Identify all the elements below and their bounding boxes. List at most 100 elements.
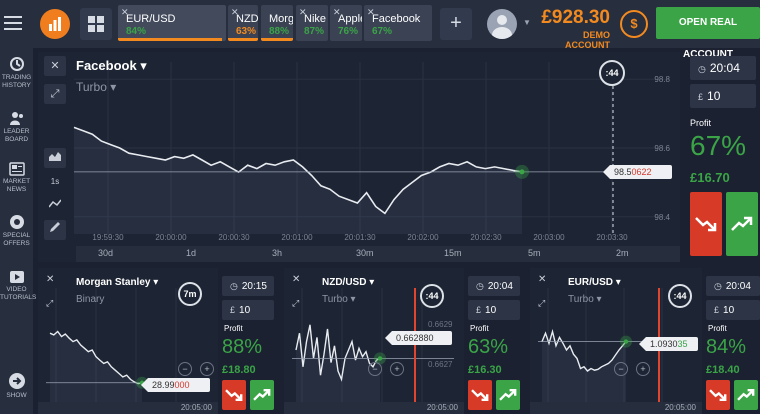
timeframe-3h[interactable]: 3h <box>272 248 282 258</box>
avatar[interactable] <box>487 9 517 39</box>
close-icon[interactable]: ✕ <box>46 274 54 285</box>
sidebar-label: TRADING <box>1 74 32 81</box>
chart-type-area-button[interactable] <box>44 148 66 168</box>
expand-chart-button[interactable]: ⤢ <box>44 84 66 104</box>
expiry-time-value: 20:04 <box>487 281 513 292</box>
sidebar-label: MARKET <box>2 178 31 185</box>
indicator-button[interactable] <box>44 196 66 216</box>
asset-tab-facebook[interactable]: ✕ Facebook 67% <box>364 5 432 41</box>
call-button[interactable] <box>250 380 274 410</box>
zoom-out-icon[interactable]: − <box>368 362 382 376</box>
timeframe-30d[interactable]: 30d <box>98 248 113 258</box>
expiry-line <box>414 288 416 402</box>
x-axis-tick: 20:00:30 <box>218 233 250 242</box>
close-icon[interactable]: ✕ <box>538 274 546 285</box>
timeframe-30m[interactable]: 30m <box>356 248 374 258</box>
asset-tab-morgan[interactable]: Morg 88% <box>261 5 293 41</box>
mini-x-tick: 20:05:00 <box>426 403 458 412</box>
zoom-in-icon[interactable]: + <box>390 362 404 376</box>
expand-icon[interactable]: ⤢ <box>46 298 53 309</box>
put-button[interactable] <box>706 380 730 410</box>
sidebar-item-leaderboard[interactable]: LEADER BOARD <box>0 110 33 144</box>
timeframe-15m[interactable]: 15m <box>444 248 462 258</box>
price-chart[interactable]: 19:59:30 20:00:00 20:00:30 20:01:00 20:01:30… <box>38 52 680 246</box>
close-chart-button[interactable]: ✕ <box>44 56 66 76</box>
asset-tab-apple[interactable]: ✕ Apple 76% <box>330 5 362 41</box>
mini-trade-panel-morgan: ◷ 20:15 £10 Profit 88% £18.80 <box>220 268 276 414</box>
tab-asset-name: Nike <box>304 13 327 25</box>
expiry-time-input[interactable]: ◷ 20:15 <box>222 276 274 296</box>
profit-label: Profit <box>690 118 712 128</box>
zoom-in-icon[interactable]: + <box>200 362 214 376</box>
mini-time-axis: 20:05:00 <box>284 402 464 414</box>
x-axis-tick: 20:00:00 <box>155 233 187 242</box>
expiry-time-input[interactable]: ◷ 20:04 <box>468 276 520 296</box>
expand-icon[interactable]: ⤢ <box>292 298 299 309</box>
amount-value: 10 <box>239 305 251 316</box>
timeframe-5m[interactable]: 5m <box>528 248 541 258</box>
timeframe-2m[interactable]: 2m <box>616 248 629 258</box>
clock-icon: ◷ <box>714 281 722 291</box>
chevron-down-icon[interactable]: ▼ <box>523 18 531 27</box>
asset-grid-button[interactable] <box>80 8 112 40</box>
call-button[interactable] <box>734 380 758 410</box>
option-type-selector[interactable]: Turbo ▾ <box>76 80 116 94</box>
close-icon[interactable]: ✕ <box>333 7 341 18</box>
currency-exchange-icon[interactable]: $ <box>620 10 648 38</box>
asset-tab-eurusd[interactable]: ✕ EUR/USD 84% <box>118 5 226 41</box>
investment-amount-input[interactable]: £10 <box>706 300 760 320</box>
sidebar-item-market-news[interactable]: MARKET NEWS <box>0 162 33 194</box>
mini-asset-selector[interactable]: EUR/USD ▾ <box>568 277 621 288</box>
asset-selector[interactable]: Facebook ▾ <box>76 58 147 74</box>
current-price-tag: 98.50622 <box>603 165 672 179</box>
mini-time-axis: 20:05:00 <box>530 402 702 414</box>
left-sidebar: TRADING HISTORY LEADER BOARD MARKET NEWS… <box>0 48 36 414</box>
add-tab-button[interactable]: + <box>440 8 472 40</box>
put-button[interactable] <box>468 380 492 410</box>
tab-asset-name: Morg <box>269 13 293 25</box>
mini-option-type: Turbo ▾ <box>322 294 356 305</box>
timeframe-1d[interactable]: 1d <box>186 248 196 258</box>
asset-tab-nike[interactable]: ✕ Nike 87% <box>296 5 328 41</box>
call-button[interactable] <box>726 192 758 256</box>
y-axis-tick: 98.4 <box>654 213 670 222</box>
tab-asset-name: NZD/ <box>236 13 258 25</box>
asset-tab-nzdusd[interactable]: ✕ NZD/ 63% <box>228 5 258 41</box>
investment-amount-input[interactable]: £10 <box>690 84 756 108</box>
expiry-time-input[interactable]: ◷ 20:04 <box>706 276 760 296</box>
account-balance[interactable]: £928.30 <box>538 7 610 29</box>
zoom-out-icon[interactable]: − <box>614 362 628 376</box>
trade-panel: ◷ 20:04 £10 Profit 67% £16.70 <box>686 52 760 262</box>
investment-amount-input[interactable]: £10 <box>222 300 274 320</box>
close-icon[interactable]: ✕ <box>299 7 307 18</box>
call-button[interactable] <box>496 380 520 410</box>
mini-asset-selector[interactable]: Morgan Stanley ▾ <box>76 277 158 288</box>
investment-amount-input[interactable]: £10 <box>468 300 520 320</box>
draw-tool-button[interactable] <box>44 220 66 240</box>
sidebar-item-special-offers[interactable]: SPECIAL OFFERS <box>0 214 33 248</box>
close-icon[interactable]: ✕ <box>292 274 300 285</box>
put-button[interactable] <box>690 192 722 256</box>
expand-icon[interactable]: ⤢ <box>538 298 545 309</box>
main-chart-panel: 19:59:30 20:00:00 20:00:30 20:01:00 20:01:30… <box>38 52 680 262</box>
tab-payout: 87% <box>304 26 325 37</box>
profit-percent: 63% <box>468 336 509 358</box>
zoom-in-icon[interactable]: + <box>636 362 650 376</box>
sidebar-item-trading-history[interactable]: TRADING HISTORY <box>0 56 33 90</box>
close-icon[interactable]: ✕ <box>231 7 239 18</box>
mini-asset-selector[interactable]: NZD/USD ▾ <box>322 277 374 288</box>
close-icon[interactable]: ✕ <box>367 7 375 18</box>
sidebar-label: OFFERS <box>3 240 30 247</box>
zoom-out-icon[interactable]: − <box>178 362 192 376</box>
put-button[interactable] <box>222 380 246 410</box>
menu-icon[interactable] <box>4 12 22 34</box>
y-axis-tick: 98.8 <box>654 75 670 84</box>
amount-value: 10 <box>707 89 721 103</box>
expiry-time-input[interactable]: ◷ 20:04 <box>690 56 756 80</box>
timeframe-1s-button[interactable]: 1s <box>44 172 66 192</box>
sidebar-item-show[interactable]: SHOW <box>0 372 33 400</box>
trend-down-icon <box>225 389 243 401</box>
open-real-account-button[interactable]: OPEN REAL ACCOUNT <box>656 7 760 60</box>
close-icon[interactable]: ✕ <box>121 7 129 18</box>
sidebar-item-video-tutorials[interactable]: VIDEO TUTORIALS <box>0 270 36 302</box>
